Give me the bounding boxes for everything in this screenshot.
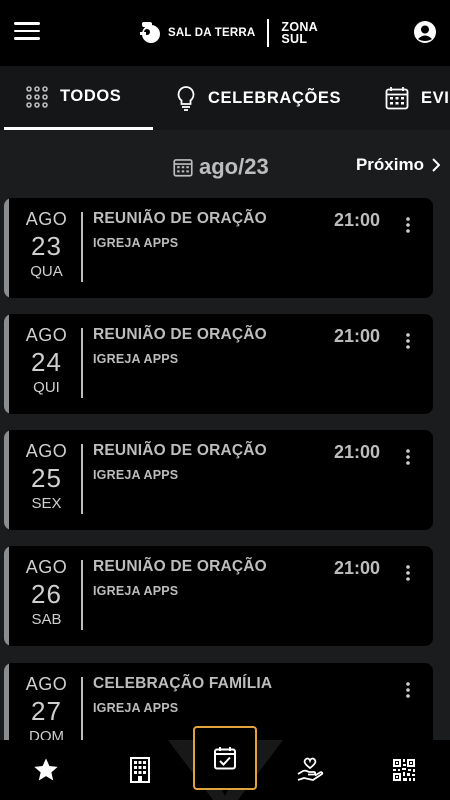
more-options-icon[interactable] bbox=[405, 681, 411, 699]
menu-icon[interactable] bbox=[14, 22, 40, 40]
building-icon bbox=[130, 757, 150, 783]
bottom-navigation bbox=[0, 726, 450, 800]
date-divider bbox=[81, 444, 83, 514]
tab-todos[interactable]: TODOS bbox=[4, 66, 153, 130]
event-time: 21:00 bbox=[334, 326, 381, 346]
event-date: AGO 24 QUI bbox=[9, 324, 84, 398]
more-options-icon[interactable] bbox=[405, 448, 411, 466]
tab-eventos[interactable]: EVI bbox=[385, 66, 449, 130]
event-organizer: IGREJA APPS bbox=[93, 236, 179, 250]
brand-region-line2: SUL bbox=[281, 32, 308, 46]
next-label: Próximo bbox=[355, 155, 424, 174]
chevron-right-icon bbox=[432, 158, 440, 172]
month-label: ago/23 bbox=[199, 154, 269, 179]
qr-code-icon bbox=[393, 759, 415, 781]
brand-logo-mark-icon bbox=[140, 22, 160, 43]
current-month: ago/23 bbox=[173, 154, 269, 180]
event-weekday: QUA bbox=[30, 263, 63, 280]
month-navigation: ago/23 Próximo bbox=[0, 150, 450, 190]
event-time: 21:00 bbox=[334, 558, 381, 578]
event-weekday: QUI bbox=[33, 379, 60, 396]
more-options-icon[interactable] bbox=[405, 216, 411, 234]
event-date: AGO 25 SEX bbox=[9, 440, 84, 514]
calendar-icon bbox=[385, 87, 409, 110]
event-title: REUNIÃO DE ORAÇÃO bbox=[93, 442, 267, 459]
event-organizer: IGREJA APPS bbox=[93, 352, 179, 366]
star-icon bbox=[34, 758, 58, 781]
hand-heart-icon bbox=[297, 757, 324, 781]
event-title: REUNIÃO DE ORAÇÃO bbox=[93, 326, 267, 343]
tab-celebracoes[interactable]: CELEBRAÇÕES bbox=[176, 66, 341, 130]
logo-divider bbox=[267, 19, 270, 47]
calendar-icon bbox=[173, 159, 193, 177]
brand-name: SAL DA TERRA bbox=[168, 27, 256, 39]
event-weekday: SAB bbox=[31, 611, 62, 628]
event-time: 21:00 bbox=[334, 442, 381, 462]
date-divider bbox=[81, 677, 83, 747]
event-title: REUNIÃO DE ORAÇÃO bbox=[93, 210, 267, 227]
event-organizer: IGREJA APPS bbox=[93, 701, 179, 715]
event-day: 23 bbox=[31, 231, 62, 261]
date-divider bbox=[81, 328, 83, 398]
more-options-icon[interactable] bbox=[405, 564, 411, 582]
nav-churches[interactable] bbox=[110, 740, 170, 800]
event-day: 25 bbox=[31, 463, 62, 493]
category-tabs: TODOS CELEBRAÇÕES EVI bbox=[0, 66, 450, 130]
event-date: AGO 26 SAB bbox=[9, 556, 84, 630]
nav-donations[interactable] bbox=[280, 740, 340, 800]
event-title: REUNIÃO DE ORAÇÃO bbox=[93, 558, 267, 575]
event-day: 27 bbox=[31, 696, 62, 726]
date-divider bbox=[81, 212, 83, 282]
dots-grid-icon bbox=[26, 85, 48, 108]
event-card[interactable]: AGO 24 QUI REUNIÃO DE ORAÇÃO IGREJA APPS… bbox=[4, 314, 433, 414]
nav-qr-code[interactable] bbox=[374, 740, 434, 800]
calendar-check-icon bbox=[214, 747, 236, 770]
tab-label: EVI bbox=[421, 88, 450, 107]
tab-label: TODOS bbox=[60, 87, 122, 105]
nav-calendar[interactable] bbox=[193, 726, 257, 790]
event-weekday: SEX bbox=[31, 495, 62, 512]
brand-region: ZONA SUL bbox=[281, 21, 318, 46]
event-month: AGO bbox=[25, 674, 68, 694]
event-card[interactable]: AGO 26 SAB REUNIÃO DE ORAÇÃO IGREJA APPS… bbox=[4, 546, 433, 646]
brand-logo: SAL DA TERRA ZONA SUL bbox=[138, 17, 318, 49]
event-organizer: IGREJA APPS bbox=[93, 468, 179, 482]
date-divider bbox=[81, 560, 83, 630]
next-month-button[interactable]: Próximo bbox=[356, 155, 440, 175]
event-title: CELEBRAÇÃO FAMÍLIA bbox=[93, 675, 273, 692]
event-date: AGO 23 QUA bbox=[9, 208, 84, 282]
account-icon[interactable] bbox=[414, 21, 436, 43]
app-header: SAL DA TERRA ZONA SUL bbox=[0, 0, 450, 66]
event-month: AGO bbox=[25, 325, 68, 345]
event-card[interactable]: AGO 25 SEX REUNIÃO DE ORAÇÃO IGREJA APPS… bbox=[4, 430, 433, 530]
nav-favorites[interactable] bbox=[16, 740, 76, 800]
more-options-icon[interactable] bbox=[405, 332, 411, 350]
lightbulb-icon bbox=[177, 86, 195, 111]
event-month: AGO bbox=[25, 209, 68, 229]
event-time: 21:00 bbox=[334, 210, 381, 230]
event-day: 24 bbox=[31, 347, 62, 377]
event-date: AGO 27 DOM bbox=[9, 673, 84, 747]
tab-label: CELEBRAÇÕES bbox=[208, 88, 342, 107]
event-month: AGO bbox=[25, 441, 68, 461]
event-organizer: IGREJA APPS bbox=[93, 584, 179, 598]
event-month: AGO bbox=[25, 557, 68, 577]
event-card[interactable]: AGO 23 QUA REUNIÃO DE ORAÇÃO IGREJA APPS… bbox=[4, 198, 433, 298]
event-day: 26 bbox=[31, 579, 62, 609]
